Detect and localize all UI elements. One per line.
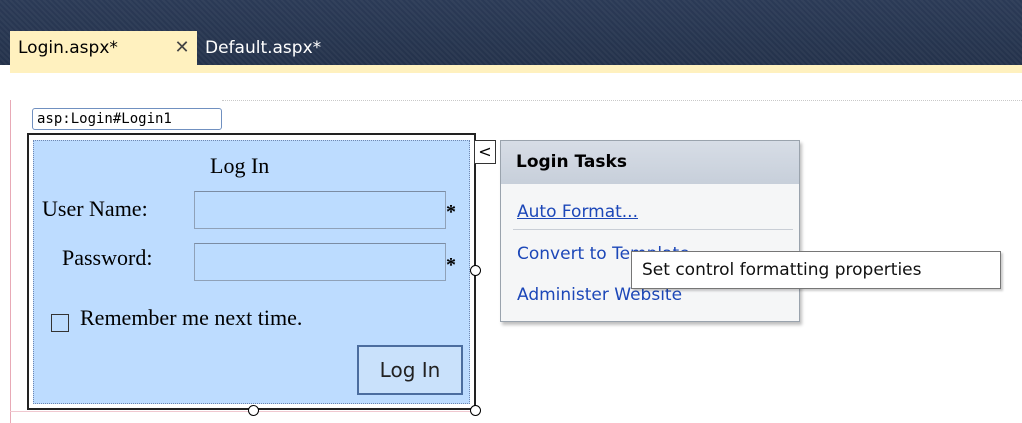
tasks-panel-title: Login Tasks — [501, 141, 799, 184]
tab-login-aspx[interactable]: Login.aspx* — [10, 31, 197, 65]
dotted-guide — [222, 100, 1022, 101]
username-label: User Name: — [42, 196, 148, 221]
username-required-mark: * — [446, 201, 456, 223]
password-label: Password: — [62, 245, 153, 270]
login-button[interactable]: Log In — [357, 345, 463, 395]
password-input[interactable] — [194, 243, 446, 281]
horizontal-guide — [10, 411, 480, 412]
close-icon[interactable]: ✕ — [171, 31, 193, 65]
resize-handle-bottom-right[interactable] — [470, 405, 481, 416]
tab-default-aspx[interactable]: Default.aspx* — [197, 31, 367, 65]
tooltip: Set control formatting properties — [631, 251, 1001, 289]
login-tasks-panel: Login Tasks Auto Format... Convert to Te… — [500, 140, 800, 322]
password-required-mark: * — [446, 254, 456, 276]
smart-tag-chevron-icon[interactable]: < — [474, 140, 496, 164]
control-tag-label: asp:Login#Login1 — [32, 108, 222, 130]
resize-handle-bottom[interactable] — [248, 405, 259, 416]
tab-accent-line — [10, 65, 1022, 73]
auto-format-link[interactable]: Auto Format... — [517, 202, 638, 222]
tasks-separator — [513, 229, 793, 230]
tab-default-label: Default.aspx* — [205, 38, 322, 58]
username-input[interactable] — [194, 191, 446, 229]
remember-me-checkbox[interactable] — [51, 314, 69, 332]
vertical-guide — [10, 100, 11, 423]
login-title: Log In — [210, 153, 270, 178]
resize-handle-right[interactable] — [470, 265, 481, 276]
remember-me-label: Remember me next time. — [80, 305, 303, 330]
tab-login-label: Login.aspx* — [18, 38, 118, 58]
